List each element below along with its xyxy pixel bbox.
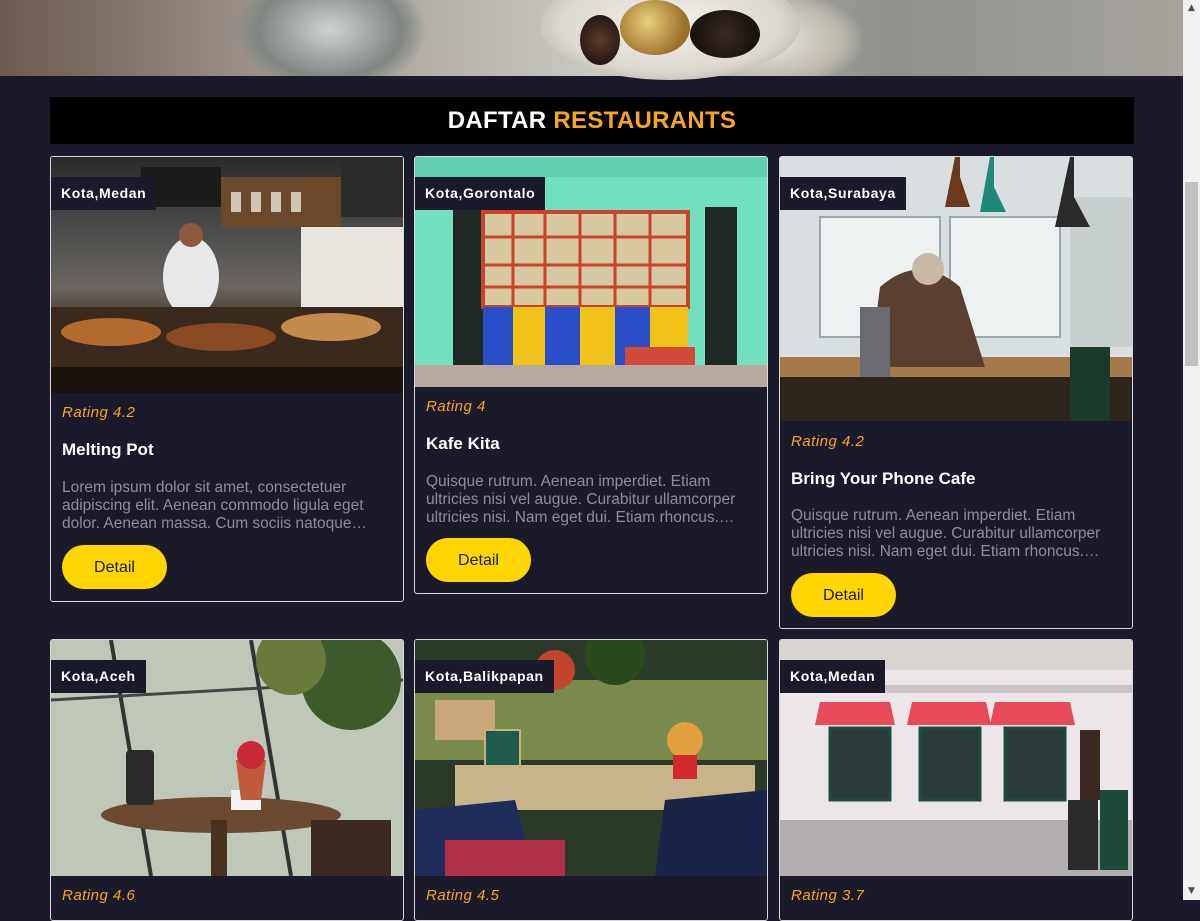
city-badge: Kota,Balikpapan	[415, 660, 554, 693]
rating-text: Rating 4.6	[62, 887, 136, 904]
scrollbar[interactable]: ▲ ▼	[1183, 0, 1200, 900]
restaurant-image: Kota,Medan	[780, 640, 1132, 876]
scroll-down-icon[interactable]: ▼	[1183, 883, 1200, 900]
restaurant-card[interactable]: Kota,Gorontalo Rating 4 Kafe Kita Quisqu…	[414, 156, 768, 594]
hero-food	[620, 0, 690, 55]
rating-text: Rating 4.2	[62, 404, 136, 421]
section-title: DAFTAR RESTAURANTS	[50, 97, 1134, 144]
restaurant-description: Quisque rutrum. Aenean imperdiet. Etiam …	[426, 473, 736, 526]
rating-text: Rating 3.7	[791, 887, 865, 904]
detail-button[interactable]: Detail	[791, 573, 896, 617]
restaurant-card[interactable]: Kota,Medan Rating 3.7	[779, 639, 1133, 921]
city-badge: Kota,Gorontalo	[415, 177, 546, 210]
rating-text: Rating 4.5	[426, 887, 500, 904]
restaurant-card[interactable]: Kota,Aceh Rating 4.6	[50, 639, 404, 921]
scroll-up-icon[interactable]: ▲	[1183, 0, 1200, 17]
restaurant-description: Quisque rutrum. Aenean imperdiet. Etiam …	[791, 507, 1101, 560]
rating-text: Rating 4	[426, 398, 486, 415]
restaurant-image: Kota,Balikpapan	[415, 640, 767, 876]
restaurant-image: Kota,Aceh	[51, 640, 403, 876]
rating-text: Rating 4.2	[791, 433, 865, 450]
city-badge: Kota,Medan	[780, 660, 886, 693]
restaurant-card[interactable]: Kota,Surabaya Rating 4.2 Bring Your Phon…	[779, 156, 1133, 629]
restaurant-image: Kota,Medan	[51, 157, 403, 393]
restaurant-card[interactable]: Kota,Medan Rating 4.2 Melting Pot Lorem …	[50, 156, 404, 602]
scrollbar-thumb[interactable]	[1185, 182, 1198, 366]
section-title-plain: DAFTAR	[447, 107, 547, 134]
hero-image	[0, 0, 1183, 80]
restaurant-card[interactable]: Kota,Balikpapan Rating 4.5	[414, 639, 768, 921]
restaurant-name: Melting Pot	[62, 440, 154, 459]
hero-food	[580, 15, 620, 65]
detail-button[interactable]: Detail	[62, 545, 167, 589]
restaurant-name: Kafe Kita	[426, 434, 500, 453]
city-badge: Kota,Aceh	[51, 660, 146, 693]
city-badge: Kota,Surabaya	[780, 177, 906, 210]
restaurant-image: Kota,Surabaya	[780, 157, 1132, 421]
section-title-accent: RESTAURANTS	[553, 107, 737, 134]
city-badge: Kota,Medan	[51, 177, 157, 210]
restaurant-image: Kota,Gorontalo	[415, 157, 767, 387]
restaurant-name: Bring Your Phone Cafe	[791, 469, 976, 488]
hero-food	[690, 10, 760, 58]
detail-button[interactable]: Detail	[426, 538, 531, 582]
restaurant-description: Lorem ipsum dolor sit amet, consectetuer…	[62, 479, 364, 532]
